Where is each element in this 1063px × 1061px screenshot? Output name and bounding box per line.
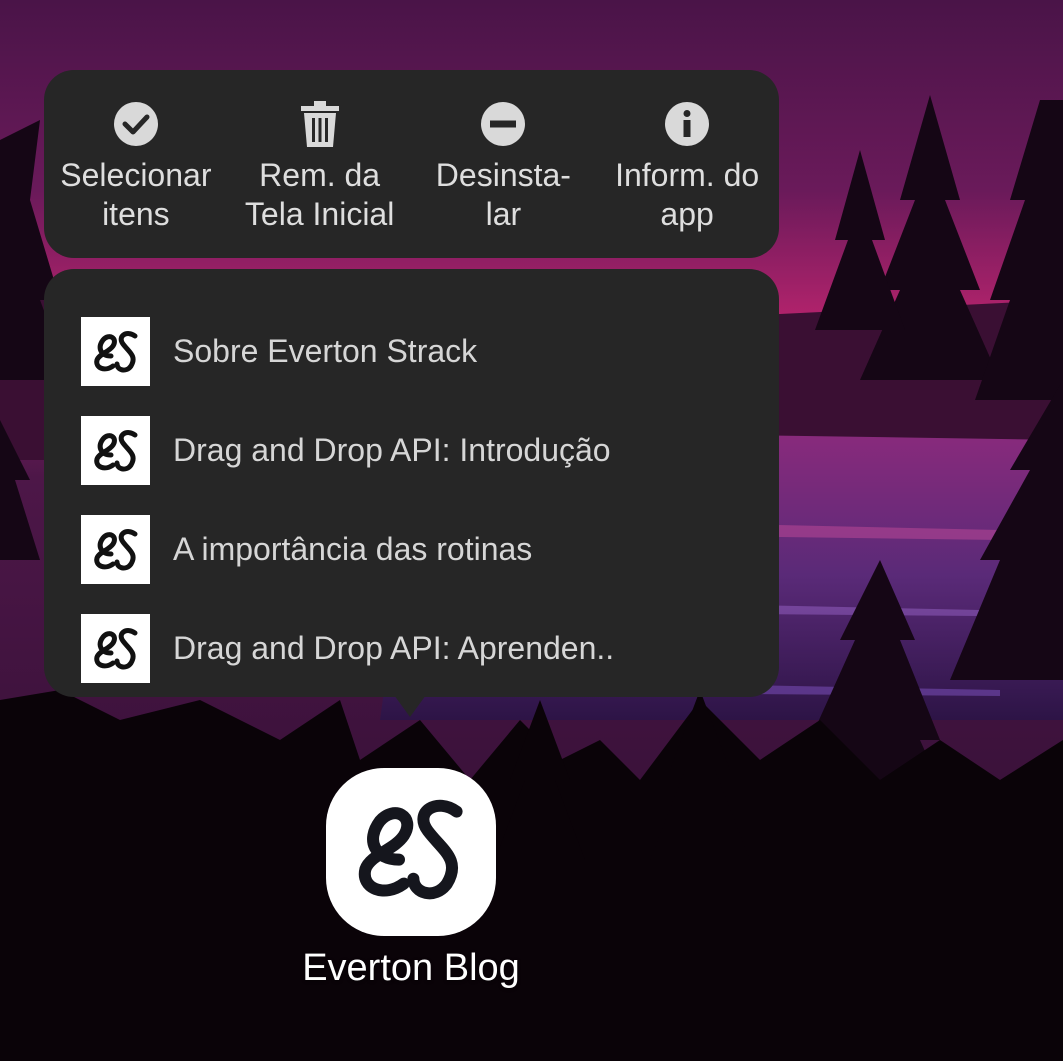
es-logo-icon bbox=[81, 416, 150, 485]
uninstall-label: Desinsta- lar bbox=[435, 157, 571, 232]
shortcut-label: Drag and Drop API: Aprenden.. bbox=[173, 630, 615, 666]
shortcut-item[interactable]: Drag and Drop API: Aprenden.. bbox=[44, 599, 779, 698]
app-shortcuts-panel: Sobre Everton Strack Drag and Drop API: … bbox=[44, 269, 779, 697]
popup-pointer bbox=[394, 695, 426, 717]
es-logo-icon bbox=[351, 795, 471, 910]
app-name-label[interactable]: Everton Blog bbox=[260, 947, 562, 990]
app-icon-everton-blog[interactable] bbox=[326, 768, 496, 936]
remove-from-home-label: Rem. da Tela Inicial bbox=[244, 157, 395, 232]
uninstall-button[interactable]: Desinsta- lar bbox=[412, 70, 596, 258]
select-items-button[interactable]: Selecionar itens bbox=[44, 70, 228, 258]
es-logo-icon bbox=[81, 317, 150, 386]
remove-from-home-button[interactable]: Rem. da Tela Inicial bbox=[228, 70, 412, 258]
app-info-label: Inform. do app bbox=[615, 157, 760, 232]
check-circle-icon bbox=[112, 100, 160, 148]
select-items-label: Selecionar itens bbox=[60, 157, 212, 232]
shortcut-item[interactable]: Drag and Drop API: Introdução bbox=[44, 401, 779, 500]
app-info-button[interactable]: Inform. do app bbox=[595, 70, 779, 258]
shortcut-item[interactable]: Sobre Everton Strack bbox=[44, 302, 779, 401]
shortcut-label: Sobre Everton Strack bbox=[173, 333, 478, 369]
es-logo-icon bbox=[81, 515, 150, 584]
es-logo-icon bbox=[81, 614, 150, 683]
shortcut-label: Drag and Drop API: Introdução bbox=[173, 432, 611, 468]
info-circle-icon bbox=[663, 100, 711, 148]
shortcut-label: A importância das rotinas bbox=[173, 531, 533, 567]
quick-actions-panel: Selecionar itens Rem. da Tela Inicial De… bbox=[44, 70, 779, 258]
trash-icon bbox=[296, 100, 344, 148]
minus-circle-icon bbox=[479, 100, 527, 148]
shortcut-item[interactable]: A importância das rotinas bbox=[44, 500, 779, 599]
home-screen: Selecionar itens Rem. da Tela Inicial De… bbox=[0, 0, 1063, 1061]
